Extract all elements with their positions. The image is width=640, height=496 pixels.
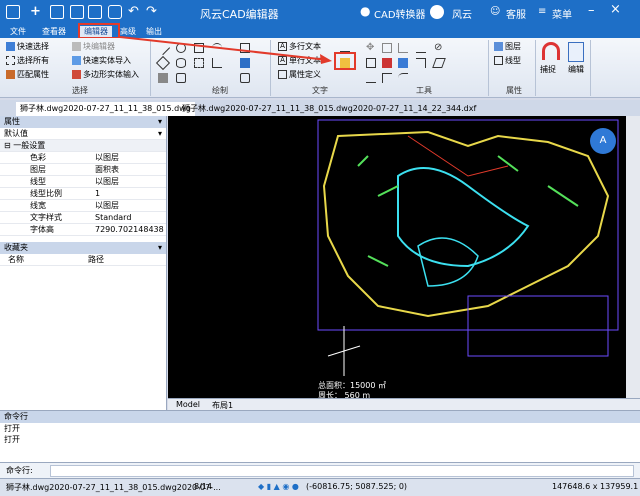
property-key: 线宽	[30, 201, 46, 210]
property-value[interactable]: 1	[95, 188, 100, 200]
pond-outline-2	[417, 237, 479, 287]
vertical-scrollbar[interactable]	[626, 116, 640, 398]
drawing-svg	[317, 119, 619, 376]
command-input[interactable]	[50, 465, 634, 477]
status-file: 狮子林.dwg2020-07-27_11_11_38_015.dwg2020-0…	[6, 483, 221, 492]
panel-title: 属性	[4, 117, 20, 126]
perimeter-label: 周长： 560 m	[318, 391, 371, 398]
property-key: 色彩	[30, 153, 46, 162]
property-key: 线型	[30, 177, 46, 186]
panel-header: 属性 ▾	[0, 116, 166, 128]
status-tool-icons[interactable]: ◆ ▮ ▲ ◉ ●	[258, 482, 299, 491]
property-rows: 色彩 以图层 图层 面积表 线型 以图层 线型比例 1 线宽 以图层 文字样式 Standard 字体高…	[0, 152, 166, 236]
favorites-title: 收藏夹	[4, 243, 28, 252]
panel-dropdown-value: 默认值	[4, 129, 28, 138]
status-size: 147648.6 x 137959.1 x 0	[552, 482, 640, 491]
layout-tabs: Model 布局1	[168, 398, 640, 410]
property-row[interactable]: 图层 面积表	[0, 164, 166, 176]
vegetation	[357, 155, 579, 267]
annotation-arrow	[119, 36, 332, 64]
property-row[interactable]: 线型比例 1	[0, 188, 166, 200]
document-tabs: 狮子林.dwg2020-07-27_11_11_38_015.dwg 狮子林.d…	[0, 100, 640, 116]
property-value[interactable]: 面积表	[95, 164, 119, 176]
fav-col-name: 名称	[8, 255, 24, 264]
property-value[interactable]: 以图层	[95, 200, 119, 212]
panel-pin-icon[interactable]: ▾	[158, 116, 162, 128]
chevron-down-icon[interactable]: ▾	[158, 128, 162, 140]
property-value[interactable]: 以图层	[95, 152, 119, 164]
pond-outline	[397, 167, 530, 268]
command-header: 命令行	[0, 411, 640, 423]
arrow-line	[119, 36, 329, 61]
command-input-label: 命令行:	[6, 466, 33, 475]
panel-dropdown[interactable]: 默认值 ▾	[0, 128, 166, 140]
property-row[interactable]: 线宽 以图层	[0, 200, 166, 212]
translate-icon[interactable]: A	[590, 128, 616, 154]
property-key: 线型比例	[30, 189, 62, 198]
property-row[interactable]: 色彩 以图层	[0, 152, 166, 164]
fav-col-path: 路径	[88, 255, 104, 264]
panel-group[interactable]: ⊟ 一般设置	[0, 140, 166, 152]
command-input-bar: 命令行:	[0, 462, 640, 478]
property-key: 文字样式	[30, 213, 62, 222]
property-value[interactable]: Standard	[95, 212, 131, 224]
drawing-canvas[interactable]: 总面积：15000 ㎡ 周长： 560 m A	[168, 116, 626, 398]
tab-model[interactable]: Model	[176, 400, 200, 409]
status-page: 8/14	[194, 482, 212, 491]
panel-group-label: 一般设置	[13, 141, 46, 150]
favorites-columns: 名称 路径	[0, 254, 166, 266]
command-panel: 命令行 打开 打开	[0, 410, 640, 462]
property-key: 字体高	[30, 225, 54, 234]
command-title: 命令行	[4, 412, 28, 421]
property-row[interactable]: 字体高 7290.702148438	[0, 224, 166, 236]
property-panel: 属性 ▾ 默认值 ▾ ⊟ 一般设置 色彩 以图层 图层 面积表 线型 以图层 线型比例 1 线宽 以图…	[0, 116, 167, 410]
doc-tab-1[interactable]: 狮子林.dwg2020-07-27_11_11_38_015.dwg	[16, 102, 195, 116]
doc-tab-2[interactable]: 狮子林.dwg2020-07-27_11_11_38_015.dwg2020-0…	[178, 102, 480, 116]
status-coords: (-60816.75; 5087.525; 0)	[306, 482, 408, 491]
garden-outline	[322, 130, 610, 318]
property-value[interactable]: 以图层	[95, 176, 119, 188]
property-row[interactable]: 文字样式 Standard	[0, 212, 166, 224]
command-line-2: 打开	[4, 435, 20, 444]
favorites-header: 收藏夹 ▾	[0, 242, 166, 254]
arrow-head	[320, 54, 332, 64]
property-row[interactable]: 线型 以图层	[0, 176, 166, 188]
property-value[interactable]: 7290.702148438	[95, 224, 164, 236]
status-bar: 狮子林.dwg2020-07-27_11_11_38_015.dwg2020-0…	[0, 478, 640, 496]
favorites-pin-icon[interactable]: ▾	[158, 242, 162, 254]
command-line-1: 打开	[4, 424, 20, 433]
property-key: 图层	[30, 165, 46, 174]
